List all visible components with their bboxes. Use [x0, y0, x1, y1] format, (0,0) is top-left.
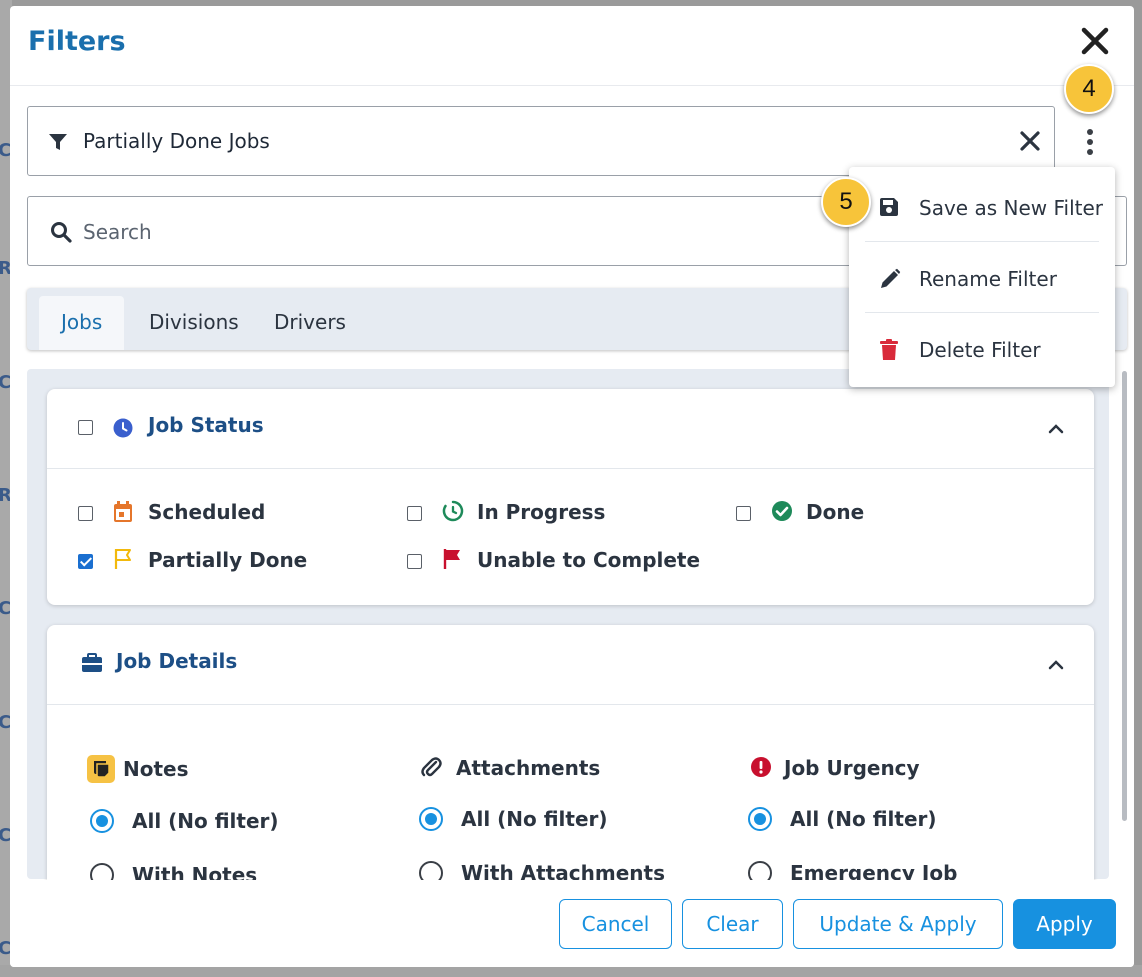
done-label: Done — [806, 500, 865, 524]
search-icon — [50, 221, 72, 247]
tab-jobs[interactable]: Jobs — [39, 296, 125, 350]
job-status-title: Job Status — [148, 413, 264, 437]
notes-all-label: All (No filter) — [132, 809, 279, 833]
job-status-card: Job Status Scheduled In Progress Done Pa… — [47, 389, 1094, 605]
filter-options-menu: Save as New Filter Rename Filter Delete … — [849, 167, 1115, 387]
filters-modal: Filters Partially Done Jobs Jobs Divisio… — [10, 6, 1134, 967]
funnel-icon — [48, 133, 68, 155]
tab-drivers[interactable]: Drivers — [252, 296, 368, 350]
content-scrollbar[interactable] — [1122, 371, 1127, 821]
flag-icon — [442, 548, 462, 574]
apply-button[interactable]: Apply — [1013, 899, 1116, 949]
saved-filter-select[interactable]: Partially Done Jobs — [27, 106, 1055, 176]
briefcase-icon — [81, 653, 103, 677]
attachments-all-radio[interactable] — [419, 807, 443, 831]
save-as-new-filter-item[interactable]: Save as New Filter — [849, 172, 1115, 242]
job-details-card: Job Details Notes All (No filter) With N… — [47, 625, 1094, 895]
in-progress-label: In Progress — [477, 500, 606, 524]
partially-done-label: Partially Done — [148, 548, 308, 572]
rename-filter-item[interactable]: Rename Filter — [849, 243, 1115, 313]
save-as-new-filter-label: Save as New Filter — [919, 196, 1103, 220]
chevron-up-icon[interactable] — [1047, 419, 1065, 438]
update-apply-button[interactable]: Update & Apply — [793, 899, 1003, 949]
modal-header: Filters — [10, 6, 1134, 86]
done-checkbox[interactable] — [736, 506, 751, 521]
clear-filter-icon[interactable] — [1018, 129, 1042, 157]
attachments-group-title: Attachments — [456, 756, 601, 780]
filter-content-panel: Job Status Scheduled In Progress Done Pa… — [27, 369, 1109, 895]
job-details-title: Job Details — [116, 649, 238, 673]
search-input[interactable] — [83, 214, 783, 250]
exclamation-circle-icon — [750, 756, 772, 782]
trash-icon — [879, 339, 899, 365]
step-5-badge: 5 — [821, 177, 871, 227]
more-options-icon[interactable] — [1080, 126, 1100, 160]
timer-icon — [442, 500, 464, 526]
clear-button[interactable]: Clear — [682, 899, 783, 949]
paperclip-icon — [420, 755, 442, 783]
delete-filter-label: Delete Filter — [919, 338, 1041, 362]
partially-done-checkbox[interactable] — [78, 554, 93, 569]
flag-outline-icon — [113, 548, 133, 574]
job-details-header[interactable]: Job Details — [47, 625, 1094, 705]
modal-footer: Cancel Clear Update & Apply Apply — [10, 880, 1134, 967]
job-status-select-all-checkbox[interactable] — [78, 420, 93, 435]
urgency-all-label: All (No filter) — [790, 807, 937, 831]
in-progress-checkbox[interactable] — [407, 506, 422, 521]
calendar-icon — [113, 501, 133, 527]
notes-group-title: Notes — [123, 757, 189, 781]
sticky-note-icon — [87, 755, 115, 787]
step-4-badge: 4 — [1064, 64, 1114, 114]
job-status-header[interactable]: Job Status — [47, 389, 1094, 469]
menu-divider — [865, 241, 1099, 242]
chevron-up-icon[interactable] — [1047, 655, 1065, 674]
unable-to-complete-label: Unable to Complete — [477, 548, 701, 572]
pencil-icon — [879, 268, 901, 294]
check-circle-icon — [771, 500, 793, 526]
saved-filter-name: Partially Done Jobs — [83, 129, 270, 153]
cancel-button[interactable]: Cancel — [559, 899, 672, 949]
scheduled-checkbox[interactable] — [78, 506, 93, 521]
notes-all-radio[interactable] — [90, 809, 114, 833]
modal-title: Filters — [28, 26, 126, 57]
close-icon[interactable] — [1078, 24, 1112, 58]
menu-divider — [865, 312, 1099, 313]
floppy-disk-icon — [879, 197, 899, 221]
scheduled-label: Scheduled — [148, 500, 266, 524]
rename-filter-label: Rename Filter — [919, 267, 1057, 291]
delete-filter-item[interactable]: Delete Filter — [849, 314, 1115, 384]
job-urgency-group-title: Job Urgency — [784, 756, 920, 780]
attachments-all-label: All (No filter) — [461, 807, 608, 831]
urgency-all-radio[interactable] — [748, 807, 772, 831]
clock-icon — [113, 418, 133, 442]
tab-divisions[interactable]: Divisions — [127, 296, 261, 350]
unable-to-complete-checkbox[interactable] — [407, 554, 422, 569]
